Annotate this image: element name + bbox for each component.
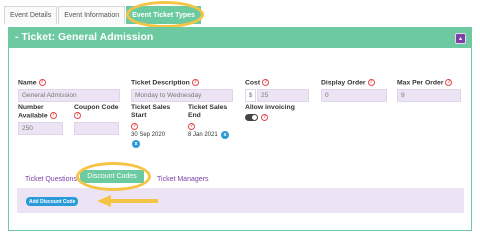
number-available-help-icon[interactable]: ? bbox=[49, 112, 57, 119]
subtab-ticket-managers[interactable]: Ticket Managers bbox=[157, 176, 208, 183]
cost-input[interactable]: 25 bbox=[257, 89, 309, 102]
sales-start-label: Ticket Sales Start bbox=[131, 104, 171, 119]
discount-codes-panel: Add Discount Code bbox=[17, 188, 464, 213]
display-order-input[interactable]: 0 bbox=[321, 89, 387, 102]
collapse-button[interactable]: ▴ bbox=[455, 33, 466, 44]
tab-event-details[interactable]: Event Details bbox=[4, 6, 58, 24]
arrow-annotation-icon bbox=[97, 195, 111, 207]
top-tab-bar: Event Details Event Information Event Ti… bbox=[4, 6, 202, 24]
subtab-discount-codes[interactable]: Discount Codes bbox=[80, 170, 144, 183]
ticket-description-input[interactable]: Monday to Wednesday bbox=[131, 89, 233, 102]
allow-invoicing-toggle[interactable] bbox=[245, 114, 258, 121]
ticket-description-label: Ticket Description? bbox=[131, 79, 199, 87]
add-discount-code-button[interactable]: Add Discount Code bbox=[26, 197, 79, 206]
display-order-help-icon[interactable]: ? bbox=[367, 79, 375, 86]
sales-end-date[interactable]: 8 Jan 2021 bbox=[188, 132, 218, 138]
sales-start-clear-icon[interactable]: x bbox=[132, 140, 140, 148]
sales-end-label: Ticket Sales End bbox=[188, 104, 228, 119]
name-label: Name? bbox=[18, 79, 46, 87]
tab-event-ticket-types[interactable]: Event Ticket Types bbox=[126, 6, 201, 24]
subtab-ticket-questions[interactable]: Ticket Questions bbox=[25, 176, 77, 183]
currency-addon: $ bbox=[245, 89, 256, 102]
number-available-input[interactable]: 250 bbox=[18, 122, 63, 135]
allow-invoicing-help-icon[interactable]: ? bbox=[261, 114, 268, 121]
coupon-code-label: Coupon Code ? bbox=[74, 104, 119, 119]
cost-label: Cost? bbox=[245, 79, 270, 87]
ticket-description-help-icon[interactable]: ? bbox=[191, 79, 199, 86]
max-per-order-help-icon[interactable]: ? bbox=[445, 79, 453, 86]
cost-help-icon[interactable]: ? bbox=[262, 79, 270, 86]
name-help-icon[interactable]: ? bbox=[38, 79, 46, 86]
tab-event-information[interactable]: Event Information bbox=[58, 6, 126, 24]
max-per-order-label: Max Per Order? bbox=[397, 79, 453, 87]
ticket-title: - Ticket: General Admission bbox=[15, 31, 154, 43]
coupon-code-input[interactable] bbox=[74, 122, 119, 135]
toggle-knob bbox=[252, 115, 257, 120]
ticket-card-header[interactable]: - Ticket: General Admission ▴ bbox=[9, 28, 471, 48]
name-input[interactable]: General Admission bbox=[18, 89, 120, 102]
arrow-annotation-shaft bbox=[110, 199, 158, 203]
display-order-label: Display Order? bbox=[321, 79, 375, 87]
number-available-label: Number Available? bbox=[18, 104, 57, 120]
max-per-order-input[interactable]: 9 bbox=[397, 89, 461, 102]
allow-invoicing-label: Allow invoicing bbox=[245, 104, 295, 111]
sales-start-help-icon[interactable]: ? bbox=[131, 123, 138, 130]
sales-start-date[interactable]: 30 Sep 2020 bbox=[131, 132, 165, 138]
ticket-card: - Ticket: General Admission ▴ Name? Tick… bbox=[8, 27, 472, 231]
sales-end-help-icon[interactable]: ? bbox=[188, 123, 195, 130]
coupon-code-help-icon[interactable]: ? bbox=[74, 112, 81, 119]
sales-end-clear-icon[interactable]: x bbox=[221, 131, 229, 139]
